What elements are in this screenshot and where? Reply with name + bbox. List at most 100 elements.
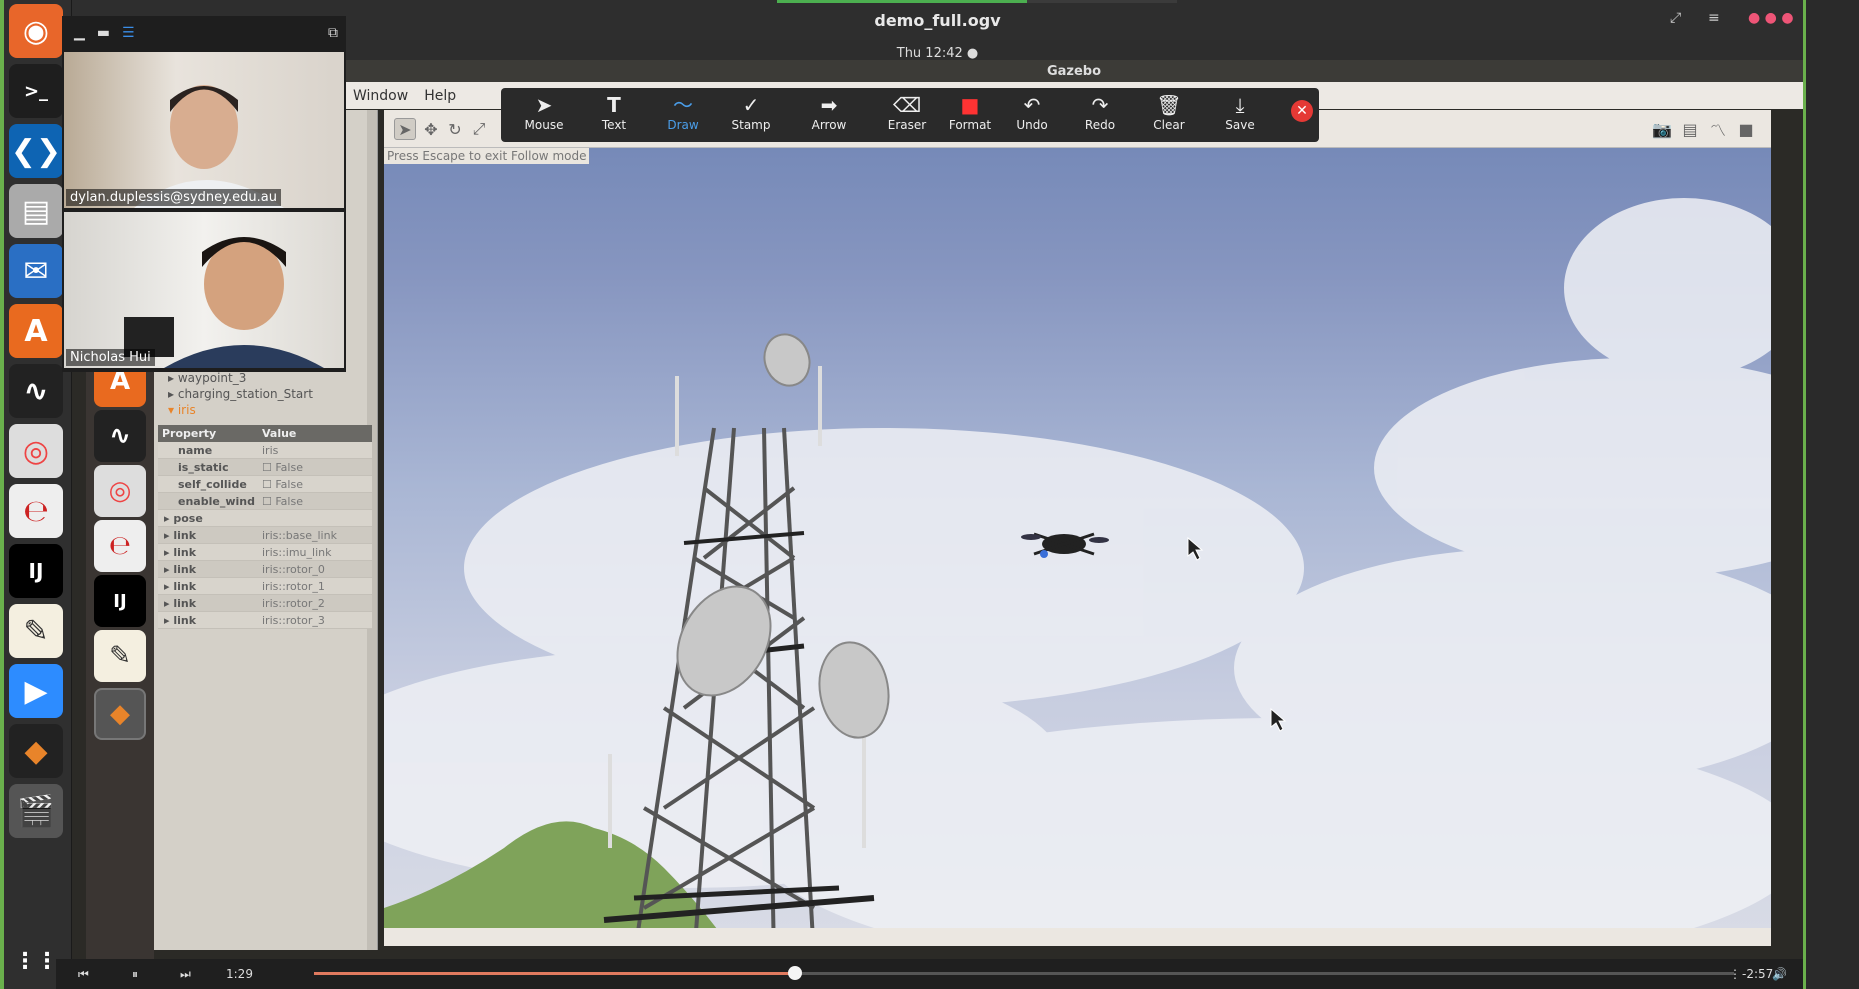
tool-text[interactable]: T Text	[585, 92, 643, 138]
minimize-icon[interactable]: ▁	[74, 25, 85, 41]
translate-tool-icon[interactable]: ✥	[420, 118, 442, 140]
table-row[interactable]: is_static ☐ False	[158, 459, 372, 476]
firefox-icon[interactable]: ◉	[9, 4, 63, 58]
tool-stamp[interactable]: ✓ Stamp	[722, 92, 780, 138]
participant-name: dylan.duplessis@sydney.edu.au	[66, 189, 281, 206]
table-row[interactable]: name iris	[158, 442, 372, 459]
system-monitor-icon[interactable]: ∿	[94, 410, 146, 462]
tool-arrow[interactable]: ➡ Arrow	[800, 92, 858, 138]
terminal-icon[interactable]: >_	[9, 64, 63, 118]
table-row[interactable]: ▸ link iris::base_link	[158, 527, 372, 544]
scene	[384, 198, 1771, 946]
software-icon[interactable]: A	[9, 304, 63, 358]
table-row[interactable]: ▸ link iris::rotor_2	[158, 595, 372, 612]
tool-draw[interactable]: 〜 Draw	[654, 92, 712, 138]
tool-clear[interactable]: 🗑 Clear	[1140, 92, 1198, 138]
undo-icon: ↶	[1023, 93, 1041, 117]
model-tree: ▸ waypoint_3 ▸ charging_station_Start ▾ …	[168, 370, 368, 418]
menu-help[interactable]: Help	[416, 88, 464, 104]
rotate-tool-icon[interactable]: ↻	[444, 118, 466, 140]
thunderbird-icon[interactable]: ✉	[9, 244, 63, 298]
fullscreen-icon[interactable]: ⤢	[1670, 10, 1681, 26]
right-edge	[1803, 0, 1859, 989]
gallery-icon[interactable]: ▬	[97, 25, 110, 41]
text-editor-icon[interactable]: ✎	[9, 604, 63, 658]
pdf-reader-icon[interactable]: ℮	[94, 520, 146, 572]
tree-item[interactable]: ▸ charging_station_Start	[168, 386, 368, 402]
select-tool-icon[interactable]: ➤	[394, 118, 416, 140]
tool-save[interactable]: ⤓ Save	[1211, 92, 1269, 138]
next-icon[interactable]: ⏭	[180, 967, 191, 982]
zoom-video-panel: ▁ ▬ ☰ ⧉ dylan.duplessis@sydney.edu.au Ni…	[62, 16, 346, 372]
speaker-view-icon[interactable]: ☰	[122, 25, 135, 41]
save-icon: ⤓	[1235, 93, 1245, 117]
arrow-icon: ➡	[820, 93, 838, 117]
table-row[interactable]: ▸ link iris::rotor_3	[158, 612, 372, 629]
record-icon[interactable]: ■	[1735, 118, 1757, 140]
header-property: Property	[162, 427, 217, 440]
menu-icon[interactable]: ≡	[1708, 10, 1720, 26]
frame-border-left	[0, 0, 4, 989]
video-player-icon[interactable]: 🎬	[9, 784, 63, 838]
table-row[interactable]: ▸ link iris::rotor_1	[158, 578, 372, 595]
header-value: Value	[262, 427, 297, 440]
show-apps-icon[interactable]: ⋮⋮	[9, 934, 63, 988]
annotation-toolbar: ➤ Mouse T Text 〜 Draw ✓ Stamp ➡ Arrow ⌫ Eraser…	[501, 88, 1319, 142]
menu-window[interactable]: Window	[345, 88, 416, 104]
clock: Thu 12:42 ●	[896, 45, 979, 61]
screenshot-icon[interactable]: 📷	[1651, 118, 1673, 140]
tool-eraser[interactable]: ⌫ Eraser	[878, 92, 936, 138]
gazebo-icon[interactable]: ◆	[94, 688, 146, 740]
text-icon: T	[607, 93, 621, 117]
gazebo-viewport[interactable]: ➤ ✥ ↻ ⤢ 📷 ▤ 〽 ■ Press Escape to exit Fol…	[384, 110, 1771, 946]
table-row[interactable]: ▸ link iris::rotor_0	[158, 561, 372, 578]
pause-icon[interactable]: ⏸	[132, 967, 138, 982]
exit-fullscreen-icon[interactable]: ⧉	[328, 25, 338, 41]
text-editor-icon[interactable]: ✎	[94, 630, 146, 682]
log-icon[interactable]: ▤	[1679, 118, 1701, 140]
more-icon[interactable]: ⋮	[1729, 967, 1741, 981]
tree-item[interactable]: ▸ waypoint_3	[168, 370, 368, 386]
time-remaining: -2:57	[1742, 967, 1774, 981]
chrome-icon[interactable]: ◎	[9, 424, 63, 478]
tool-undo[interactable]: ↶ Undo	[1003, 92, 1061, 138]
gazebo-title-bar: Gazebo	[345, 60, 1803, 82]
seek-handle[interactable]	[788, 966, 803, 980]
draw-icon: 〜	[673, 93, 693, 117]
zoom-icon[interactable]: ▶	[9, 664, 63, 718]
pdf-reader-icon[interactable]: ℮	[9, 484, 63, 538]
viewport-status-bar	[384, 928, 1771, 946]
previous-icon[interactable]: ⏮	[78, 967, 89, 982]
zoom-panel-header: ▁ ▬ ☰ ⧉	[62, 16, 346, 50]
tool-mouse[interactable]: ➤ Mouse	[515, 92, 573, 138]
format-icon: ■	[960, 93, 980, 117]
chrome-icon[interactable]: ◎	[94, 465, 146, 517]
gazebo-title: Gazebo	[1046, 63, 1102, 79]
table-row[interactable]: ▸ pose	[158, 510, 372, 527]
table-row[interactable]: self_collide ☐ False	[158, 476, 372, 493]
tool-format[interactable]: ■ Format	[941, 92, 999, 138]
tool-redo[interactable]: ↷ Redo	[1071, 92, 1129, 138]
volume-icon[interactable]: 🔊	[1772, 967, 1787, 981]
intellij-icon[interactable]: IJ	[9, 544, 63, 598]
vscode-icon[interactable]: ❮❯	[9, 124, 63, 178]
table-row[interactable]: ▸ link iris::imu_link	[158, 544, 372, 561]
seek-bar[interactable]	[314, 972, 1734, 975]
screen: ◉ >_ ❮❯ ▤ ✉ A ∿ ◎ ℮ IJ ✎ ▶ ◆ 🎬 ⋮⋮ demo_f…	[0, 0, 1859, 989]
intellij-icon[interactable]: IJ	[94, 575, 146, 627]
mouse-icon: ➤	[535, 93, 553, 117]
time-current: 1:29	[226, 967, 253, 981]
person-avatar	[134, 85, 284, 208]
gazebo-icon[interactable]: ◆	[9, 724, 63, 778]
scale-tool-icon[interactable]: ⤢	[468, 118, 490, 140]
files-icon[interactable]: ▤	[9, 184, 63, 238]
plot-icon[interactable]: 〽	[1707, 118, 1729, 140]
table-row[interactable]: enable_wind ☐ False	[158, 493, 372, 510]
video-controls: ⏮ ⏸ ⏭ 1:29 -2:57 ⋮ 🔊	[56, 959, 1803, 989]
close-icon[interactable]: ✕	[1291, 100, 1313, 122]
tree-item[interactable]: ▾ iris	[168, 402, 368, 418]
minimize-icon[interactable]: ● ● ●	[1748, 10, 1794, 26]
participant-tile[interactable]: Nicholas Hui	[64, 212, 344, 368]
participant-tile[interactable]: dylan.duplessis@sydney.edu.au	[64, 52, 344, 208]
system-monitor-icon[interactable]: ∿	[9, 364, 63, 418]
